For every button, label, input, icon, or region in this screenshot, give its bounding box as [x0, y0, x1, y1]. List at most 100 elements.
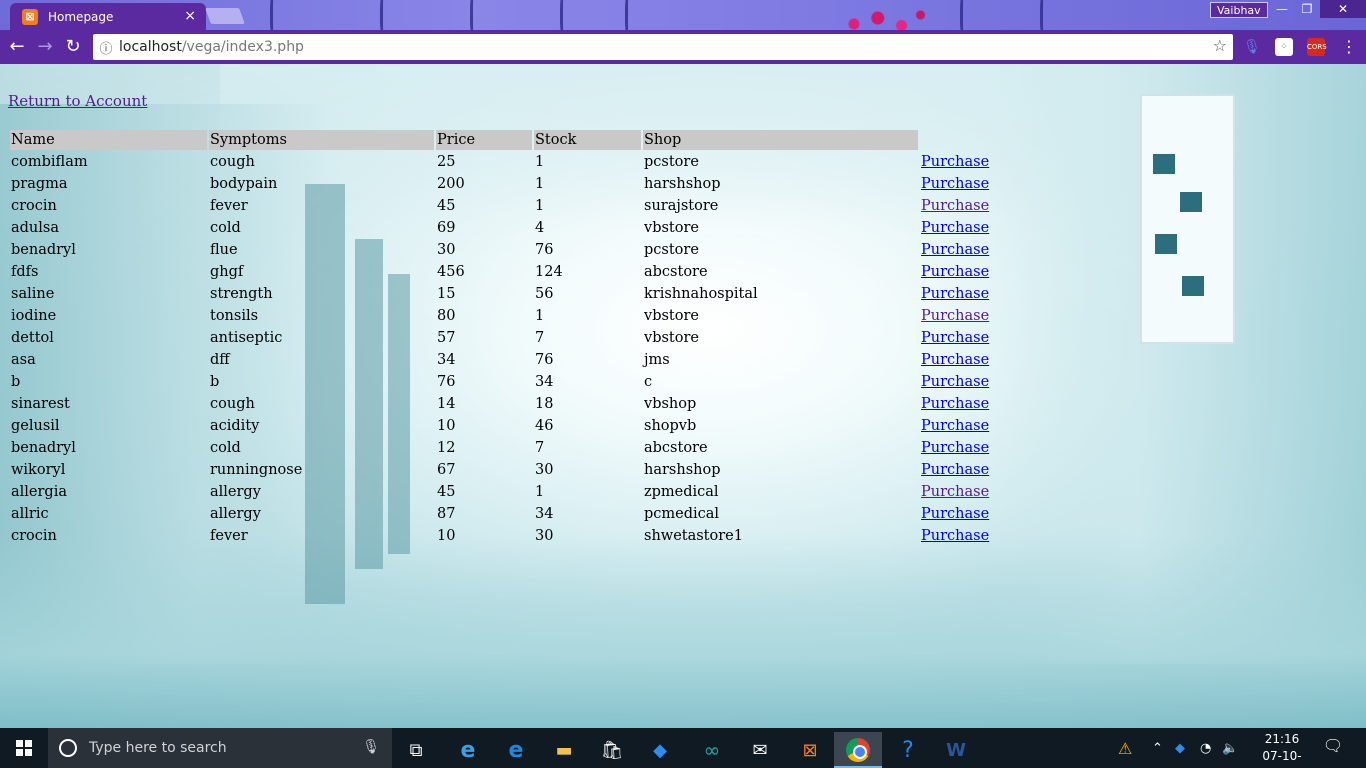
cell-symptoms: allergy: [210, 484, 261, 500]
search-placeholder: Type here to search: [89, 740, 227, 756]
wallpaper-decoration: [960, 0, 970, 30]
dropbox-icon[interactable]: ◆: [636, 732, 684, 768]
xampp-icon[interactable]: ⊠: [786, 732, 834, 768]
cell-symptoms: antiseptic: [210, 330, 283, 346]
cell-action: Purchase: [920, 306, 990, 326]
purchase-link[interactable]: Purchase: [921, 484, 989, 500]
word-icon[interactable]: W: [932, 732, 980, 768]
cell-action: Purchase: [920, 460, 990, 480]
cell-shop: harshshop: [644, 462, 721, 478]
dropbox-tray-icon[interactable]: ◆: [1175, 728, 1185, 768]
purchase-link[interactable]: Purchase: [921, 242, 989, 258]
cell-stock: 1: [535, 308, 545, 324]
table-row: pragma bodypain 200 1 harshshop Purchase: [10, 174, 990, 194]
cell-action: Purchase: [920, 218, 990, 238]
start-button[interactable]: [0, 728, 48, 768]
table-row: saline strength 15 56 krishnahospital Purchas…: [10, 284, 990, 304]
show-hidden-icons-chevron-icon[interactable]: ⌃: [1152, 728, 1163, 768]
forward-arrow-icon[interactable]: →: [34, 36, 56, 58]
cell-stock: 76: [535, 242, 554, 258]
edge-icon[interactable]: e: [492, 732, 540, 768]
menu-kebab-icon[interactable]: ⋮: [1338, 36, 1360, 58]
cell-shop: abcstore: [644, 264, 708, 280]
cell-stock: 30: [535, 528, 554, 544]
bookmark-star-icon[interactable]: ☆: [1213, 36, 1227, 55]
cell-stock: 1: [535, 198, 545, 214]
chrome-taskbar-button[interactable]: [834, 732, 882, 768]
purchase-link[interactable]: Purchase: [921, 374, 989, 390]
volume-icon[interactable]: 🔈: [1222, 728, 1238, 768]
cell-action: Purchase: [920, 526, 990, 546]
cell-shop: harshshop: [644, 176, 721, 192]
cell-price: 76: [437, 374, 456, 390]
taskbar-clock[interactable]: 21:16 07-10-2017: [1250, 731, 1314, 768]
action-center-icon[interactable]: 🗨: [1320, 736, 1346, 760]
purchase-link[interactable]: Purchase: [921, 308, 989, 324]
cell-name: benadryl: [11, 440, 76, 456]
purchase-link[interactable]: Purchase: [921, 396, 989, 412]
puzzle-extension-icon[interactable]: ⁘: [1275, 38, 1293, 56]
cell-stock: 1: [535, 176, 545, 192]
cell-symptoms: cold: [210, 220, 241, 236]
cell-price: 14: [437, 396, 456, 412]
close-window-button[interactable]: ✕: [1320, 0, 1366, 18]
purchase-link[interactable]: Purchase: [921, 352, 989, 368]
address-bar[interactable]: ⓘ localhost /vega/index3.php ☆: [93, 34, 1233, 60]
purchase-link[interactable]: Purchase: [921, 440, 989, 456]
table-row: crocin fever 10 30 shwetastore1 Purchase: [10, 526, 990, 546]
table-row: allergia allergy 45 1 zpmedical Purchase: [10, 482, 990, 502]
reload-icon[interactable]: ↻: [62, 36, 84, 58]
security-warning-icon[interactable]: ⚠: [1118, 728, 1132, 768]
profile-button[interactable]: Vaibhav: [1210, 2, 1268, 18]
taskbar-search-box[interactable]: Type here to search 🎙: [48, 728, 392, 768]
table-row: combiflam cough 25 1 pcstore Purchase: [10, 152, 990, 172]
cell-name: allric: [11, 506, 49, 522]
cell-stock: 56: [535, 286, 554, 302]
mic-extension-icon[interactable]: 🎙: [1243, 38, 1261, 56]
browser-tab-homepage[interactable]: ⊠ Homepage ×: [10, 3, 206, 30]
wifi-icon[interactable]: ◔: [1200, 728, 1211, 768]
cell-symptoms: b: [210, 374, 220, 390]
cell-stock: 1: [535, 154, 545, 170]
cell-shop: surajstore: [644, 198, 719, 214]
purchase-link[interactable]: Purchase: [921, 462, 989, 478]
purchase-link[interactable]: Purchase: [921, 528, 989, 544]
cell-shop: c: [644, 374, 653, 390]
tab-close-icon[interactable]: ×: [184, 8, 196, 24]
site-info-icon[interactable]: ⓘ: [93, 38, 119, 57]
purchase-link[interactable]: Purchase: [921, 286, 989, 302]
edge-legacy-icon[interactable]: e: [444, 732, 492, 768]
purchase-link[interactable]: Purchase: [921, 220, 989, 236]
mail-icon[interactable]: ✉: [736, 732, 784, 768]
cell-stock: 30: [535, 462, 554, 478]
cors-extension-icon[interactable]: CORS: [1307, 38, 1327, 56]
store-icon[interactable]: 🛍: [588, 732, 636, 768]
purchase-link[interactable]: Purchase: [921, 198, 989, 214]
new-tab-button[interactable]: [205, 8, 245, 24]
purchase-link[interactable]: Purchase: [921, 176, 989, 192]
purchase-link[interactable]: Purchase: [921, 330, 989, 346]
cell-price: 15: [437, 286, 456, 302]
help-icon[interactable]: ?: [884, 732, 932, 768]
cell-symptoms: fever: [210, 528, 248, 544]
purchase-link[interactable]: Purchase: [921, 154, 989, 170]
back-arrow-icon[interactable]: ←: [6, 36, 28, 58]
purchase-link[interactable]: Purchase: [921, 418, 989, 434]
minimize-button[interactable]: —: [1268, 0, 1296, 18]
file-explorer-icon[interactable]: ▬: [540, 732, 588, 768]
return-to-account-link[interactable]: Return to Account: [8, 92, 147, 110]
task-view-icon[interactable]: ⧉: [392, 732, 440, 768]
microphone-icon[interactable]: 🎙: [362, 739, 380, 755]
column-header-price: Price: [436, 130, 532, 150]
purchase-link[interactable]: Purchase: [921, 506, 989, 522]
cell-symptoms: strength: [210, 286, 273, 302]
cell-shop: jms: [644, 352, 670, 368]
column-header-action-empty: [920, 130, 990, 150]
cell-name: wikoryl: [11, 462, 66, 478]
table-row: iodine tonsils 80 1 vbstore Purchase: [10, 306, 990, 326]
table-row: fdfs ghgf 456 124 abcstore Purchase: [10, 262, 990, 282]
purchase-link[interactable]: Purchase: [921, 264, 989, 280]
cell-action: Purchase: [920, 394, 990, 414]
arduino-icon[interactable]: ∞: [688, 732, 736, 768]
restore-button[interactable]: ❐: [1293, 0, 1321, 18]
